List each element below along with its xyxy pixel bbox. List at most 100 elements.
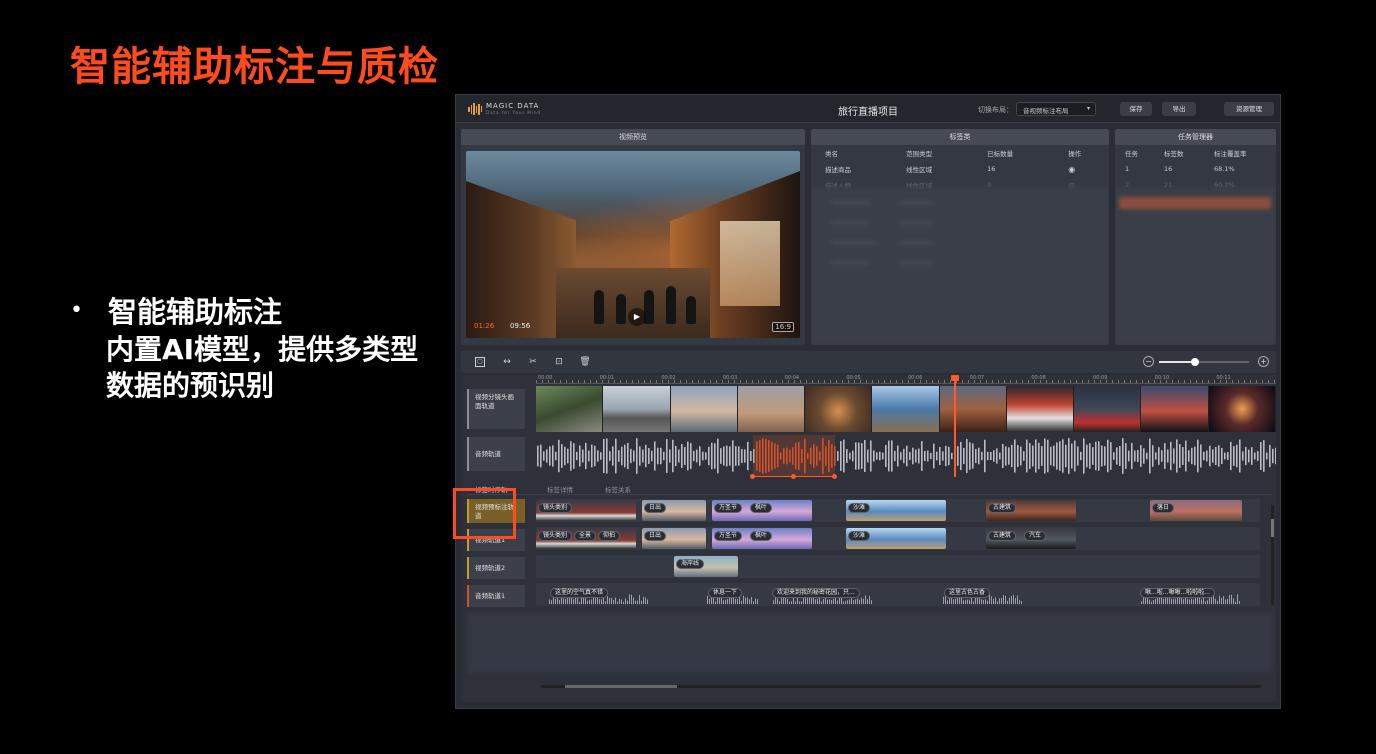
waveform-bar: [1005, 446, 1007, 466]
clip[interactable]: 沙滩: [846, 500, 946, 521]
export-button[interactable]: 导出: [1162, 102, 1196, 116]
mini-waveform-bar: [1177, 597, 1178, 604]
waveform-bar: [546, 449, 548, 463]
track-label-audio[interactable]: 音频轨道: [467, 437, 525, 471]
clip[interactable]: 镜头类别: [536, 500, 636, 521]
resource-manager-button[interactable]: 资源管理: [1224, 102, 1274, 116]
waveform-bar: [1203, 451, 1205, 461]
bullet-block: • 智能辅助标注 内置AI模型，提供多类型数据的预识别: [70, 292, 440, 404]
zoom-slider[interactable]: [1159, 358, 1249, 366]
waveform-bar: [843, 439, 845, 473]
mini-waveform-bar: [1013, 594, 1014, 604]
waveform-bar: [1152, 445, 1154, 467]
ruler-tick: [620, 380, 621, 383]
save-button[interactable]: 保存: [1120, 102, 1152, 116]
audio-clip[interactable]: 欢迎来到我的秘密花园，只...: [772, 585, 872, 604]
clip[interactable]: 日出: [642, 500, 706, 521]
tab-label-relation[interactable]: 标签关系: [605, 484, 631, 494]
waveform-bar: [1263, 440, 1265, 472]
waveform-bar: [1191, 447, 1193, 465]
mini-waveform-bar: [947, 600, 948, 604]
tag: 沙滩: [848, 503, 871, 513]
col-action: 操作: [1068, 150, 1082, 158]
mini-waveform-bar: [1151, 601, 1152, 604]
track-label-shot[interactable]: 视频分镜头画面轨道: [467, 389, 525, 429]
clip[interactable]: 日出: [642, 528, 706, 549]
video-player[interactable]: 01:26 09:56 ▶ 16:9: [466, 151, 800, 338]
ruler-tick: [1214, 380, 1215, 383]
waveform-bar: [561, 444, 563, 468]
audio-clip[interactable]: 休息一下: [706, 585, 758, 604]
play-icon[interactable]: ▶: [628, 308, 646, 326]
clip[interactable]: 万圣节 枫叶: [712, 528, 812, 549]
playhead[interactable]: [951, 375, 959, 477]
audio-clip[interactable]: 啾...啦...啾啾...啦啦啦...: [1140, 585, 1240, 604]
ruler-tick: [734, 380, 735, 383]
mini-waveform-bar: [1191, 598, 1192, 604]
mini-waveform-bar: [1153, 600, 1154, 604]
waveform-bar: [927, 450, 929, 462]
tag: 万圣节: [714, 531, 743, 541]
mini-waveform-bar: [817, 598, 818, 604]
clip[interactable]: 古建筑 汽车: [986, 528, 1076, 549]
clip[interactable]: 古建筑: [986, 500, 1076, 521]
clip[interactable]: 万圣节 枫叶: [712, 500, 812, 521]
ruler-tick: [1190, 380, 1191, 383]
ruler-tick: [536, 380, 537, 383]
ruler-tick: [1184, 380, 1185, 383]
waveform-bar: [849, 452, 851, 460]
shot-filmstrip[interactable]: [536, 386, 1276, 432]
eye-icon[interactable]: ◉: [1054, 161, 1109, 177]
waveform-bar: [693, 450, 695, 462]
zoom-in-icon[interactable]: +: [1258, 356, 1269, 367]
bullet-head: 智能辅助标注: [108, 295, 283, 329]
layout-select[interactable]: 音视频标注布局 ▾: [1016, 102, 1096, 116]
ruler-tick: [980, 380, 981, 383]
track-label-video2[interactable]: 视频轨道2: [467, 557, 525, 579]
waveform-bar: [1083, 438, 1085, 474]
zoom-slider-knob[interactable]: [1191, 358, 1199, 366]
crop-icon[interactable]: ⊡: [553, 356, 565, 368]
cut-icon[interactable]: ✂: [527, 356, 539, 368]
clip[interactable]: 海岸线: [674, 556, 738, 577]
label-panel: 标签类 类名 范围类型 已标数量 操作 描述商品 线性区域 16 ◉ 描述人物 …: [811, 129, 1109, 345]
ruler-tick: [788, 380, 789, 383]
ruler-tick: [776, 380, 777, 383]
tab-label-detail[interactable]: 标签详情: [547, 484, 573, 494]
ruler-tick: [1100, 380, 1101, 383]
mini-waveform-bar: [749, 599, 750, 604]
clip[interactable]: 沙滩: [846, 528, 946, 549]
ruler-tick: [650, 380, 651, 383]
zoom-out-icon[interactable]: −: [1143, 356, 1154, 367]
col-name: 类名: [825, 150, 838, 158]
select-box-icon[interactable]: ▢: [475, 357, 485, 367]
mini-waveform-bar: [861, 597, 862, 604]
waveform-bar: [1062, 439, 1064, 473]
waveform-bar: [1092, 447, 1094, 465]
aspect-ratio-badge[interactable]: 16:9: [772, 322, 794, 332]
audio-waveform[interactable]: [536, 435, 1276, 479]
mini-waveform-bar: [1205, 601, 1206, 604]
mini-waveform-bar: [633, 597, 634, 604]
audio-clip[interactable]: 这里古色古香: [942, 585, 1022, 604]
clip[interactable]: 镜头类别 全景 仰拍: [536, 528, 636, 549]
timeline-area: 00:00 00:01 00:02 00:03 00:04 00:05 00:06 00:07…: [461, 375, 1276, 702]
track-label-audio1[interactable]: 音频轨道1: [467, 585, 525, 607]
waveform-bar: [687, 441, 689, 471]
trash-icon[interactable]: 🗑: [579, 356, 591, 368]
waveform-bar: [975, 448, 977, 464]
ruler-tick: [614, 380, 615, 383]
horizontal-scrollbar[interactable]: [541, 685, 1261, 688]
tag: 全景: [574, 531, 597, 541]
mini-waveform-bar: [573, 599, 574, 604]
mini-waveform-bar: [867, 599, 868, 604]
vertical-scrollbar[interactable]: [1271, 505, 1274, 605]
move-icon[interactable]: ↔: [501, 356, 513, 368]
mini-waveform-bar: [795, 601, 796, 604]
clip[interactable]: 落日: [1150, 500, 1242, 521]
mini-waveform-bar: [647, 599, 648, 604]
ruler-tick: [674, 380, 675, 383]
mini-waveform-bar: [619, 598, 620, 604]
audio-clip[interactable]: 这里的空气真不错: [548, 585, 648, 604]
audio-selection[interactable]: [750, 435, 837, 479]
